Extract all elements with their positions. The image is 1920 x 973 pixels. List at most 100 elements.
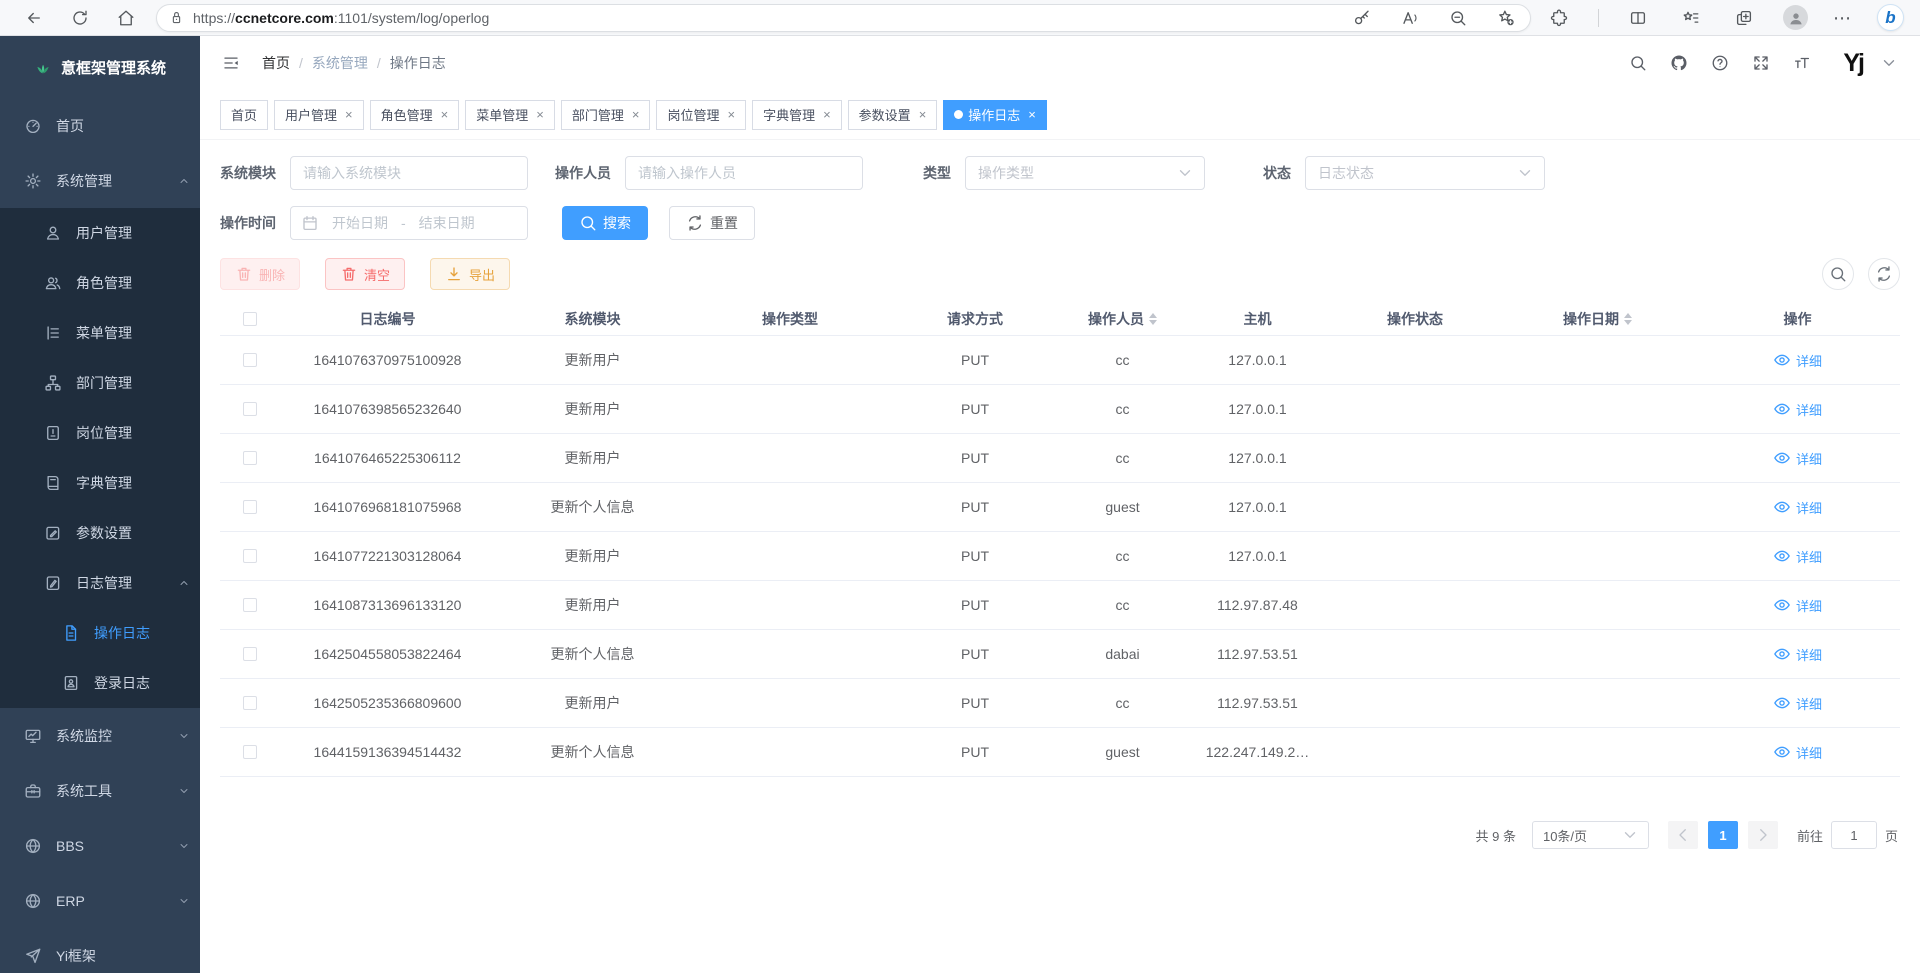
read-aloud-icon[interactable] xyxy=(1398,6,1422,30)
extensions-icon[interactable] xyxy=(1545,4,1573,32)
operator-input[interactable] xyxy=(625,156,863,190)
row-checkbox[interactable] xyxy=(243,696,257,710)
help-icon[interactable] xyxy=(1708,51,1732,75)
prev-page-button[interactable] xyxy=(1668,821,1698,849)
view-tab[interactable]: 角色管理 × xyxy=(370,100,460,130)
detail-link[interactable]: 详细 xyxy=(1773,400,1822,419)
close-icon[interactable]: × xyxy=(345,108,353,121)
row-checkbox[interactable] xyxy=(243,549,257,563)
close-icon[interactable]: × xyxy=(823,108,831,121)
select-all-checkbox[interactable] xyxy=(243,312,257,326)
detail-link[interactable]: 详细 xyxy=(1773,596,1822,615)
detail-link[interactable]: 详细 xyxy=(1773,743,1822,762)
view-tab[interactable]: 首页 xyxy=(220,100,268,130)
detail-link[interactable]: 详细 xyxy=(1773,498,1822,517)
row-checkbox[interactable] xyxy=(243,598,257,612)
favorites-icon[interactable] xyxy=(1677,4,1705,32)
clear-button[interactable]: 清空 xyxy=(325,258,405,290)
column-header: 操作类型 xyxy=(690,309,890,329)
sidebar-item[interactable]: 用户管理 xyxy=(0,208,200,258)
view-tab[interactable]: 字典管理 × xyxy=(752,100,842,130)
sidebar-item[interactable]: 参数设置 xyxy=(0,508,200,558)
sidebar-item[interactable]: 首页 xyxy=(0,98,200,153)
sidebar-item[interactable]: 岗位管理 xyxy=(0,408,200,458)
collections-icon[interactable] xyxy=(1730,4,1758,32)
page-size-select[interactable]: 10条/页 xyxy=(1532,821,1649,849)
close-icon[interactable]: × xyxy=(919,108,927,121)
sort-icon[interactable] xyxy=(1624,313,1632,325)
sidebar-item[interactable]: 菜单管理 xyxy=(0,308,200,358)
back-icon[interactable] xyxy=(20,4,48,32)
view-tab[interactable]: 部门管理 × xyxy=(561,100,651,130)
detail-link[interactable]: 详细 xyxy=(1773,645,1822,664)
sidebar-item[interactable]: 登录日志 xyxy=(0,658,200,708)
search-icon xyxy=(1829,265,1847,283)
type-select[interactable]: 操作类型 xyxy=(965,156,1205,190)
sidebar-item[interactable]: 系统工具 xyxy=(0,763,200,818)
more-icon[interactable]: ⋯ xyxy=(1833,9,1852,27)
sidebar-item[interactable]: Yi框架 xyxy=(0,928,200,973)
row-checkbox[interactable] xyxy=(243,402,257,416)
bing-chat-icon[interactable]: b xyxy=(1877,4,1904,31)
header-search-icon[interactable] xyxy=(1626,51,1650,75)
module-input[interactable] xyxy=(290,156,528,190)
date-range-input[interactable]: 开始日期 - 结束日期 xyxy=(290,206,528,240)
view-tab[interactable]: 参数设置 × xyxy=(848,100,938,130)
refresh-icon[interactable] xyxy=(66,4,94,32)
row-checkbox[interactable] xyxy=(243,647,257,661)
zoom-out-icon[interactable] xyxy=(1446,6,1470,30)
close-icon[interactable]: × xyxy=(632,108,640,121)
page-number-button[interactable]: 1 xyxy=(1708,821,1738,849)
user-menu-caret-icon[interactable] xyxy=(1880,54,1898,72)
refresh-table-button[interactable] xyxy=(1868,258,1900,290)
split-screen-icon[interactable] xyxy=(1624,4,1652,32)
profile-avatar[interactable] xyxy=(1783,5,1808,30)
breadcrumb-home[interactable]: 首页 xyxy=(262,53,290,73)
next-page-button[interactable] xyxy=(1748,821,1778,849)
app-logo[interactable]: 意框架管理系统 xyxy=(0,36,200,98)
sidebar-toggle-icon[interactable] xyxy=(222,54,240,72)
reset-button[interactable]: 重置 xyxy=(669,206,755,240)
close-icon[interactable]: × xyxy=(727,108,735,121)
home-icon[interactable] xyxy=(112,4,140,32)
fullscreen-icon[interactable] xyxy=(1749,51,1773,75)
status-select[interactable]: 日志状态 xyxy=(1305,156,1545,190)
sidebar-item[interactable]: 部门管理 xyxy=(0,358,200,408)
row-checkbox[interactable] xyxy=(243,451,257,465)
goto-page-input[interactable] xyxy=(1831,821,1877,849)
close-icon[interactable]: × xyxy=(1028,108,1036,121)
close-icon[interactable]: × xyxy=(536,108,544,121)
address-bar[interactable]: https://ccnetcore.com:1101/system/log/op… xyxy=(156,4,1531,32)
sidebar-item[interactable]: ERP xyxy=(0,873,200,928)
close-icon[interactable]: × xyxy=(441,108,449,121)
detail-link[interactable]: 详细 xyxy=(1773,547,1822,566)
detail-link[interactable]: 详细 xyxy=(1773,351,1822,370)
sidebar-item[interactable]: BBS xyxy=(0,818,200,873)
sidebar-item[interactable]: 操作日志 xyxy=(0,608,200,658)
url-text[interactable]: https://ccnetcore.com:1101/system/log/op… xyxy=(193,10,489,26)
export-button[interactable]: 导出 xyxy=(430,258,510,290)
detail-link[interactable]: 详细 xyxy=(1773,694,1822,713)
font-size-icon[interactable] xyxy=(1790,51,1814,75)
sidebar-item[interactable]: 系统监控 xyxy=(0,708,200,763)
row-checkbox[interactable] xyxy=(243,353,257,367)
key-icon[interactable] xyxy=(1350,6,1374,30)
user-logo-avatar[interactable]: Yj xyxy=(1843,51,1863,76)
sidebar-item[interactable]: 字典管理 xyxy=(0,458,200,508)
row-checkbox[interactable] xyxy=(243,745,257,759)
search-button[interactable]: 搜索 xyxy=(562,206,648,240)
detail-link[interactable]: 详细 xyxy=(1773,449,1822,468)
view-tab[interactable]: 用户管理 × xyxy=(274,100,364,130)
sidebar-item[interactable]: 角色管理 xyxy=(0,258,200,308)
sidebar-item-icon xyxy=(44,224,62,242)
view-tab[interactable]: 操作日志 × xyxy=(943,100,1047,130)
view-tab[interactable]: 岗位管理 × xyxy=(656,100,746,130)
github-icon[interactable] xyxy=(1667,51,1691,75)
sidebar-item[interactable]: 系统管理 xyxy=(0,153,200,208)
add-favorite-icon[interactable] xyxy=(1494,6,1518,30)
row-checkbox[interactable] xyxy=(243,500,257,514)
sidebar-item[interactable]: 日志管理 xyxy=(0,558,200,608)
show-search-button[interactable] xyxy=(1822,258,1854,290)
sort-icon[interactable] xyxy=(1149,313,1157,325)
view-tab[interactable]: 菜单管理 × xyxy=(465,100,555,130)
